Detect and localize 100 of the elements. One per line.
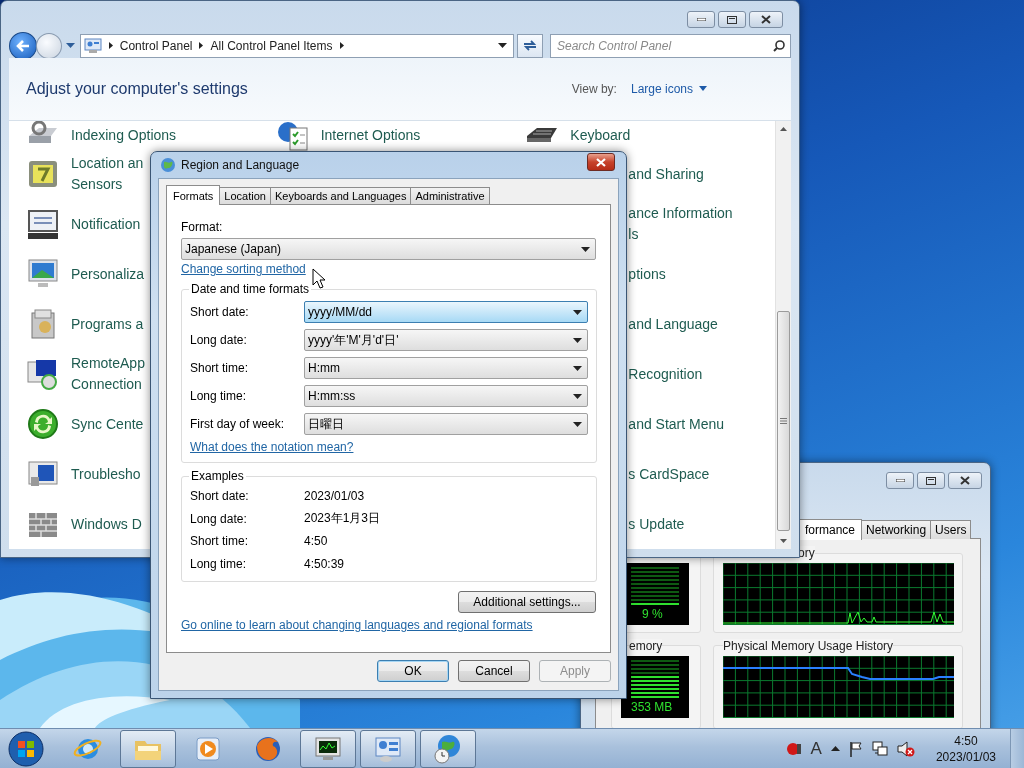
globe-clock-icon xyxy=(433,733,463,764)
network-icon[interactable] xyxy=(871,740,888,757)
group-title: emory xyxy=(629,639,663,653)
item-link[interactable]: Personaliza xyxy=(71,263,145,285)
page-heading: Adjust your computer's settings xyxy=(26,79,248,98)
scrollbar[interactable] xyxy=(775,121,791,549)
item-link[interactable]: Indexing Options xyxy=(71,124,177,146)
item-link[interactable]: s CardSpace xyxy=(628,463,710,485)
item-link[interactable]: Location an Sensors xyxy=(71,153,144,195)
minimize-icon xyxy=(696,18,706,21)
breadcrumb-item[interactable]: All Control Panel Items xyxy=(210,38,333,53)
item-link[interactable]: s Update xyxy=(628,513,685,535)
sorting-link[interactable]: Change sorting method xyxy=(181,262,306,276)
item-link[interactable]: ance Information ls xyxy=(628,203,733,245)
dropdown-icon[interactable] xyxy=(65,43,75,49)
tab[interactable]: Administrative xyxy=(410,187,490,204)
example-label: Long time: xyxy=(190,556,248,571)
item-link[interactable]: and Language xyxy=(628,313,718,335)
field-label: Short date: xyxy=(190,305,250,319)
format-label: Format: xyxy=(181,220,224,235)
format-dropdown[interactable]: Japanese (Japan) xyxy=(181,238,596,260)
chevron-icon xyxy=(339,42,344,50)
close-button[interactable] xyxy=(749,11,783,28)
dialog-button[interactable]: OK xyxy=(377,660,449,682)
flag-icon[interactable] xyxy=(848,740,863,757)
maximize-button[interactable] xyxy=(917,472,945,489)
refresh-button[interactable] xyxy=(517,33,543,58)
format-dropdown[interactable]: 日曜日 xyxy=(304,413,588,435)
computer-icon xyxy=(26,357,60,391)
item-link[interactable]: Sync Cente xyxy=(71,413,144,435)
address-bar[interactable]: Control Panel All Control Panel Items xyxy=(79,33,515,58)
item-link[interactable]: Keyboard xyxy=(570,124,631,146)
close-button[interactable] xyxy=(587,153,615,171)
example-label: Short time: xyxy=(190,534,250,549)
view-by-label: View by: xyxy=(571,81,617,96)
alert-icon[interactable] xyxy=(785,740,802,757)
maximize-button[interactable] xyxy=(718,11,746,28)
example-label: Long date: xyxy=(190,511,248,526)
cursor-icon xyxy=(312,268,326,289)
clock-date[interactable]: 2023/01/03 xyxy=(935,748,996,765)
clock-time[interactable]: 4:50 xyxy=(954,732,978,749)
group-title: Physical Memory Usage History xyxy=(723,639,894,653)
search-icon[interactable] xyxy=(773,39,785,52)
field-label: Short time: xyxy=(190,361,250,375)
tab[interactable]: Keyboards and Languages xyxy=(269,187,412,204)
item-link[interactable]: and Sharing xyxy=(628,163,704,185)
item-link[interactable]: and Start Menu xyxy=(628,413,725,435)
item-link[interactable]: Troublesho xyxy=(71,463,141,485)
minimize-icon xyxy=(895,479,905,482)
group-title: Date and time formats xyxy=(190,282,311,296)
chevron-icon xyxy=(199,42,204,50)
view-by-dropdown[interactable]: Large icons xyxy=(630,81,707,96)
back-button[interactable] xyxy=(9,31,37,60)
search-field[interactable]: Search Control Panel xyxy=(550,33,791,58)
item-link[interactable]: ptions xyxy=(628,263,666,285)
field-label: Long time: xyxy=(190,389,248,403)
tab[interactable]: Users xyxy=(930,520,972,539)
breadcrumb-item[interactable]: Control Panel xyxy=(119,38,193,53)
dialog-button[interactable]: Cancel xyxy=(458,660,530,682)
field-label: Long date: xyxy=(190,333,248,347)
example-value: 2023年1月3日 xyxy=(304,510,382,528)
item-link[interactable]: Recognition xyxy=(628,363,703,385)
close-button[interactable] xyxy=(948,472,982,489)
chevron-up-icon[interactable] xyxy=(830,746,840,751)
scroll-down-icon[interactable] xyxy=(780,539,787,543)
muted-speaker-icon[interactable] xyxy=(896,740,915,757)
caret-icon xyxy=(581,246,590,252)
format-dropdown[interactable]: H:mm xyxy=(304,357,588,379)
tab[interactable]: Location xyxy=(219,187,271,204)
online-link[interactable]: Go online to learn about changing languages and regional formats xyxy=(181,618,533,632)
ime-indicator[interactable]: A xyxy=(810,738,822,759)
format-dropdown[interactable]: yyyy/MM/dd xyxy=(304,301,588,323)
format-dropdown[interactable]: yyyy'年'M'月'd'日' xyxy=(304,329,588,351)
memory-usage-value: 353 MB xyxy=(631,700,673,714)
grip-icon xyxy=(780,418,787,424)
notation-link[interactable]: What does the notation mean? xyxy=(190,440,354,454)
item-link[interactable]: RemoteApp Connection xyxy=(71,353,145,395)
tab[interactable]: formance xyxy=(798,519,863,540)
close-icon xyxy=(761,15,771,24)
caret-icon xyxy=(573,421,582,427)
item-link[interactable]: Windows D xyxy=(71,513,142,535)
example-label: Short date: xyxy=(190,489,250,504)
scroll-up-icon[interactable] xyxy=(780,127,787,131)
maximize-icon xyxy=(727,15,737,24)
item-link[interactable]: Internet Options xyxy=(320,124,421,146)
control-panel-icon xyxy=(83,38,102,54)
caret-icon xyxy=(699,86,707,92)
example-value: 4:50:39 xyxy=(304,556,346,571)
format-dropdown[interactable]: H:mm:ss xyxy=(304,385,588,407)
tab[interactable]: Formats xyxy=(166,185,221,205)
tab[interactable]: Networking xyxy=(861,520,932,539)
taskbar-button[interactable] xyxy=(300,729,356,768)
back-arrow-icon xyxy=(15,39,30,52)
globe-icon xyxy=(160,157,176,173)
additional-settings-button[interactable]: Additional settings... xyxy=(458,591,596,613)
item-link[interactable]: Programs a xyxy=(71,313,144,335)
caret-icon xyxy=(573,337,582,343)
item-link[interactable]: Notification xyxy=(71,213,141,235)
maximize-icon xyxy=(926,476,936,485)
windows-orb-icon xyxy=(7,729,45,768)
